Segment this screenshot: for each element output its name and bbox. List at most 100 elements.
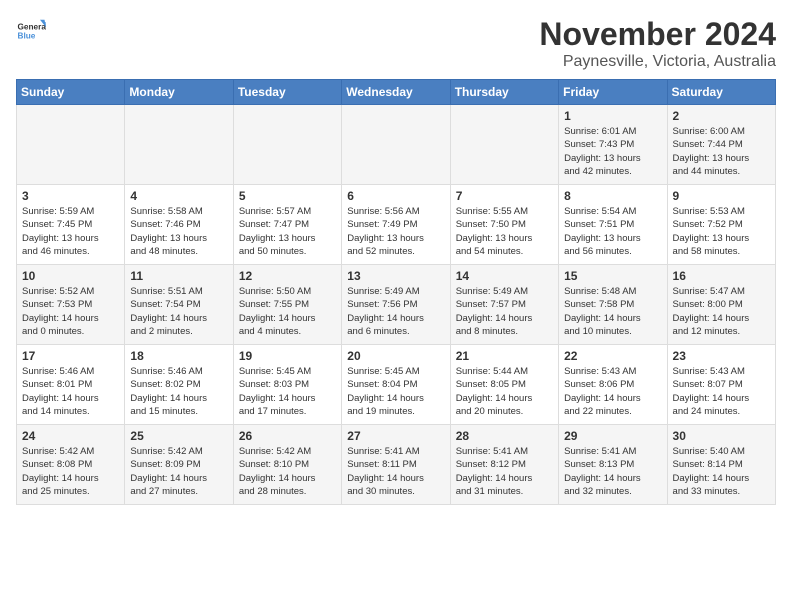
day-number: 4 <box>130 189 227 203</box>
table-row: 8 Sunrise: 5:54 AM Sunset: 7:51 PM Daylig… <box>559 185 667 265</box>
table-row: 23 Sunrise: 5:43 AM Sunset: 8:07 PM Dayli… <box>667 345 775 425</box>
table-row: 26Sunrise: 5:42 AM Sunset: 8:10 PM Dayli… <box>233 425 341 505</box>
day-number: 23 <box>673 349 770 363</box>
day-number: 8 <box>564 189 661 203</box>
day-info: Sunrise: 5:52 AM Sunset: 7:53 PM Dayligh… <box>22 285 119 338</box>
day-info: Sunrise: 6:00 AM Sunset: 7:44 PM Dayligh… <box>673 125 770 178</box>
day-info: Sunrise: 5:54 AM Sunset: 7:51 PM Dayligh… <box>564 205 661 258</box>
day-number: 11 <box>130 269 227 283</box>
calendar-header: Sunday Monday Tuesday Wednesday Thursday… <box>17 80 776 105</box>
day-number: 20 <box>347 349 444 363</box>
day-info: Sunrise: 5:45 AM Sunset: 8:04 PM Dayligh… <box>347 365 444 418</box>
table-row: 25 Sunrise: 5:42 AM Sunset: 8:09 PM Dayli… <box>125 425 233 505</box>
table-row: 4Sunrise: 5:58 AM Sunset: 7:46 PM Daylig… <box>125 185 233 265</box>
day-info: Sunrise: 5:51 AM Sunset: 7:54 PM Dayligh… <box>130 285 227 338</box>
table-row: 20 Sunrise: 5:45 AM Sunset: 8:04 PM Dayli… <box>342 345 450 425</box>
day-number: 30 <box>673 429 770 443</box>
day-info: Sunrise: 5:48 AM Sunset: 7:58 PM Dayligh… <box>564 285 661 338</box>
day-number: 22 <box>564 349 661 363</box>
day-info: Sunrise: 5:42 AM Sunset: 8:08 PM Dayligh… <box>22 445 119 498</box>
table-row <box>233 105 341 185</box>
day-info: Sunrise: 5:46 AM Sunset: 8:02 PM Dayligh… <box>130 365 227 418</box>
day-info: Sunrise: 5:42 AM Sunset: 8:10 PM Dayligh… <box>239 445 336 498</box>
day-info: Sunrise: 5:45 AM Sunset: 8:03 PM Dayligh… <box>239 365 336 418</box>
day-number: 5 <box>239 189 336 203</box>
page-header: General Blue November 2024 Paynesville, … <box>16 16 776 71</box>
header-monday: Monday <box>125 80 233 105</box>
logo: General Blue <box>16 16 46 46</box>
day-number: 3 <box>22 189 119 203</box>
table-row: 6 Sunrise: 5:56 AM Sunset: 7:49 PM Daylig… <box>342 185 450 265</box>
location-title: Paynesville, Victoria, Australia <box>539 53 776 71</box>
day-number: 12 <box>239 269 336 283</box>
table-row: 5 Sunrise: 5:57 AM Sunset: 7:47 PM Daylig… <box>233 185 341 265</box>
day-number: 25 <box>130 429 227 443</box>
day-number: 18 <box>130 349 227 363</box>
table-row: 29 Sunrise: 5:41 AM Sunset: 8:13 PM Dayli… <box>559 425 667 505</box>
table-row: 30 Sunrise: 5:40 AM Sunset: 8:14 PM Dayli… <box>667 425 775 505</box>
day-number: 27 <box>347 429 444 443</box>
table-row: 28 Sunrise: 5:41 AM Sunset: 8:12 PM Dayli… <box>450 425 558 505</box>
day-info: Sunrise: 5:41 AM Sunset: 8:11 PM Dayligh… <box>347 445 444 498</box>
day-info: Sunrise: 5:56 AM Sunset: 7:49 PM Dayligh… <box>347 205 444 258</box>
day-info: Sunrise: 5:43 AM Sunset: 8:07 PM Dayligh… <box>673 365 770 418</box>
table-row: 13 Sunrise: 5:49 AM Sunset: 7:56 PM Dayli… <box>342 265 450 345</box>
table-row: 1 Sunrise: 6:01 AM Sunset: 7:43 PM Daylig… <box>559 105 667 185</box>
day-number: 13 <box>347 269 444 283</box>
table-row <box>342 105 450 185</box>
day-info: Sunrise: 5:43 AM Sunset: 8:06 PM Dayligh… <box>564 365 661 418</box>
header-saturday: Saturday <box>667 80 775 105</box>
day-number: 15 <box>564 269 661 283</box>
table-row: 7 Sunrise: 5:55 AM Sunset: 7:50 PM Daylig… <box>450 185 558 265</box>
table-row: 18 Sunrise: 5:46 AM Sunset: 8:02 PM Dayli… <box>125 345 233 425</box>
svg-text:General: General <box>18 23 47 32</box>
header-sunday: Sunday <box>17 80 125 105</box>
calendar-body: 1 Sunrise: 6:01 AM Sunset: 7:43 PM Daylig… <box>17 105 776 505</box>
table-row: 17 Sunrise: 5:46 AM Sunset: 8:01 PM Dayli… <box>17 345 125 425</box>
day-number: 19 <box>239 349 336 363</box>
day-info: Sunrise: 5:47 AM Sunset: 8:00 PM Dayligh… <box>673 285 770 338</box>
day-info: Sunrise: 5:57 AM Sunset: 7:47 PM Dayligh… <box>239 205 336 258</box>
day-number: 7 <box>456 189 553 203</box>
table-row <box>450 105 558 185</box>
table-row: 15 Sunrise: 5:48 AM Sunset: 7:58 PM Dayli… <box>559 265 667 345</box>
table-row <box>17 105 125 185</box>
table-row: 24 Sunrise: 5:42 AM Sunset: 8:08 PM Dayli… <box>17 425 125 505</box>
header-friday: Friday <box>559 80 667 105</box>
day-info: Sunrise: 5:59 AM Sunset: 7:45 PM Dayligh… <box>22 205 119 258</box>
table-row: 14Sunrise: 5:49 AM Sunset: 7:57 PM Dayli… <box>450 265 558 345</box>
day-info: Sunrise: 5:49 AM Sunset: 7:56 PM Dayligh… <box>347 285 444 338</box>
calendar-table: Sunday Monday Tuesday Wednesday Thursday… <box>16 79 776 505</box>
day-number: 24 <box>22 429 119 443</box>
table-row: 11 Sunrise: 5:51 AM Sunset: 7:54 PM Dayli… <box>125 265 233 345</box>
day-number: 6 <box>347 189 444 203</box>
day-info: Sunrise: 5:42 AM Sunset: 8:09 PM Dayligh… <box>130 445 227 498</box>
table-row: 10 Sunrise: 5:52 AM Sunset: 7:53 PM Dayli… <box>17 265 125 345</box>
day-number: 28 <box>456 429 553 443</box>
month-title: November 2024 <box>539 16 776 53</box>
day-number: 17 <box>22 349 119 363</box>
table-row: 19 Sunrise: 5:45 AM Sunset: 8:03 PM Dayli… <box>233 345 341 425</box>
day-number: 10 <box>22 269 119 283</box>
header-tuesday: Tuesday <box>233 80 341 105</box>
day-info: Sunrise: 5:44 AM Sunset: 8:05 PM Dayligh… <box>456 365 553 418</box>
day-info: Sunrise: 5:55 AM Sunset: 7:50 PM Dayligh… <box>456 205 553 258</box>
header-wednesday: Wednesday <box>342 80 450 105</box>
title-area: November 2024 Paynesville, Victoria, Aus… <box>539 16 776 71</box>
day-info: Sunrise: 6:01 AM Sunset: 7:43 PM Dayligh… <box>564 125 661 178</box>
day-info: Sunrise: 5:53 AM Sunset: 7:52 PM Dayligh… <box>673 205 770 258</box>
day-number: 14 <box>456 269 553 283</box>
table-row: 3 Sunrise: 5:59 AM Sunset: 7:45 PM Daylig… <box>17 185 125 265</box>
table-row: 9Sunrise: 5:53 AM Sunset: 7:52 PM Daylig… <box>667 185 775 265</box>
day-info: Sunrise: 5:41 AM Sunset: 8:13 PM Dayligh… <box>564 445 661 498</box>
day-info: Sunrise: 5:46 AM Sunset: 8:01 PM Dayligh… <box>22 365 119 418</box>
day-number: 1 <box>564 109 661 123</box>
day-info: Sunrise: 5:40 AM Sunset: 8:14 PM Dayligh… <box>673 445 770 498</box>
table-row: 12Sunrise: 5:50 AM Sunset: 7:55 PM Dayli… <box>233 265 341 345</box>
day-info: Sunrise: 5:41 AM Sunset: 8:12 PM Dayligh… <box>456 445 553 498</box>
table-row: 16 Sunrise: 5:47 AM Sunset: 8:00 PM Dayli… <box>667 265 775 345</box>
day-number: 29 <box>564 429 661 443</box>
day-number: 16 <box>673 269 770 283</box>
day-number: 2 <box>673 109 770 123</box>
table-row: 2 Sunrise: 6:00 AM Sunset: 7:44 PM Daylig… <box>667 105 775 185</box>
